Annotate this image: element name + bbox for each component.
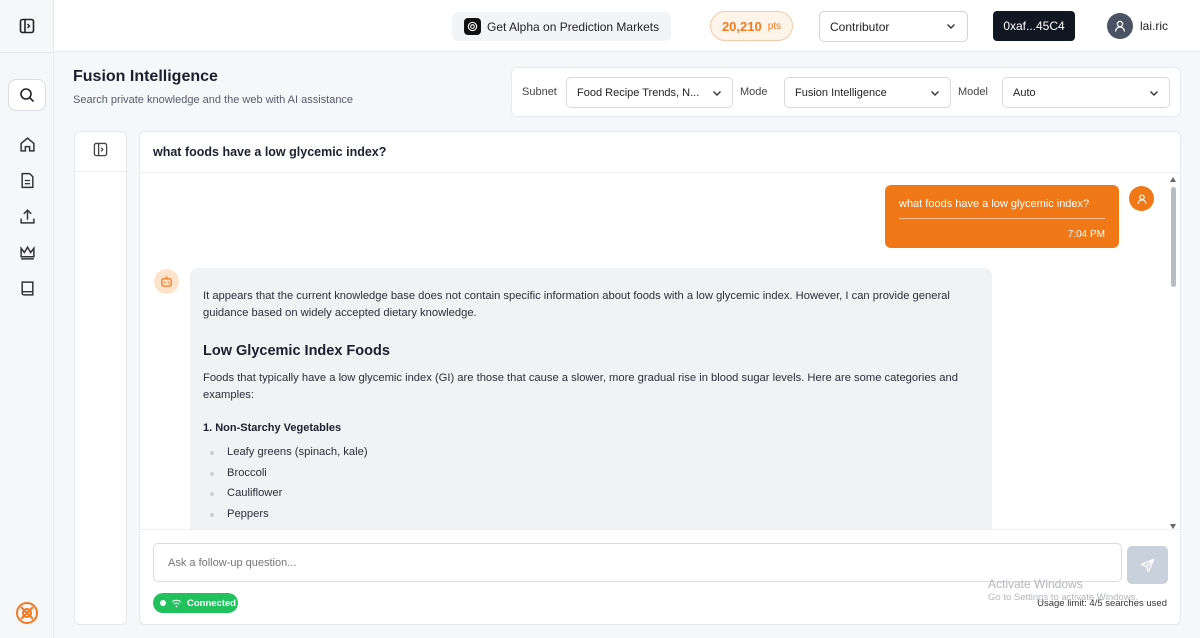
page-subtitle: Search private knowledge and the web wit… xyxy=(73,94,354,106)
role-value: Contributor xyxy=(830,19,890,34)
mode-value: Fusion Intelligence xyxy=(795,86,887,99)
user-icon xyxy=(1114,20,1126,32)
points-unit: pts xyxy=(767,20,782,32)
list-item: Leafy greens (spinach, kale) xyxy=(203,446,979,467)
user-message-text: what foods have a low glycemic index? xyxy=(899,198,1090,210)
user-avatar xyxy=(1129,186,1154,211)
assistant-intro: It appears that the current knowledge ba… xyxy=(203,290,950,319)
page-title: Fusion Intelligence xyxy=(73,68,218,85)
food-list: Leafy greens (spinach, kale) Broccoli Ca… xyxy=(203,446,979,528)
chevron-down-icon xyxy=(711,87,723,102)
user-message: what foods have a low glycemic index? 7:… xyxy=(885,185,1119,248)
bot-icon xyxy=(161,276,172,287)
send-icon xyxy=(1140,558,1155,572)
watermark-subtitle: Go to Settings to activate Windows. xyxy=(988,592,1138,603)
activation-watermark: Activate Windows Go to Settings to activ… xyxy=(988,577,1138,605)
expand-panel-icon[interactable] xyxy=(93,142,108,162)
prediction-markets-label: Get Alpha on Prediction Markets xyxy=(487,19,660,34)
prediction-markets-link[interactable]: Get Alpha on Prediction Markets xyxy=(452,12,671,41)
list-item: Cauliflower xyxy=(203,487,979,508)
crown-icon[interactable] xyxy=(14,239,40,265)
chevron-down-icon xyxy=(929,87,941,102)
left-rail xyxy=(0,0,54,638)
chat-heading: what foods have a low glycemic index? xyxy=(140,132,1180,173)
list-item: Broccoli xyxy=(203,467,979,488)
rail-divider xyxy=(0,52,54,53)
model-value: Auto xyxy=(1013,86,1036,99)
brand-logo-icon xyxy=(15,601,39,625)
document-icon[interactable] xyxy=(14,167,40,193)
list-item: Peppers xyxy=(203,508,979,529)
chevron-down-icon xyxy=(1148,87,1160,102)
chevron-down-icon xyxy=(945,20,957,35)
user-icon xyxy=(1137,193,1146,204)
model-select[interactable]: Auto xyxy=(1002,77,1170,108)
upload-icon[interactable] xyxy=(14,203,40,229)
book-icon[interactable] xyxy=(14,275,40,301)
assistant-message: It appears that the current knowledge ba… xyxy=(190,268,992,529)
connection-status: Connected xyxy=(153,593,238,613)
message-divider xyxy=(899,218,1105,219)
watermark-title: Activate Windows xyxy=(988,577,1083,591)
subnet-label: Subnet xyxy=(522,86,557,98)
points-badge: 20,210 pts xyxy=(710,11,793,41)
history-panel xyxy=(74,131,127,625)
username[interactable]: lai.ric xyxy=(1140,19,1168,33)
message-list[interactable]: what foods have a low glycemic index? 7:… xyxy=(140,173,1180,529)
chat-panel: what foods have a low glycemic index? wh… xyxy=(139,131,1181,625)
toggle-sidebar-icon[interactable] xyxy=(14,13,40,39)
assistant-paragraph: Foods that typically have a low glycemic… xyxy=(203,372,958,401)
assistant-section-title: 1. Non-Starchy Vegetables xyxy=(203,422,342,434)
search-controls: Subnet Food Recipe Trends, N... Mode Fus… xyxy=(511,67,1181,117)
wallet-button[interactable]: 0xaf...45C4 xyxy=(993,11,1075,41)
mode-label: Mode xyxy=(740,86,768,98)
points-value: 20,210 xyxy=(721,18,762,34)
home-icon[interactable] xyxy=(14,131,40,157)
wifi-icon xyxy=(171,599,182,607)
assistant-heading: Low Glycemic Index Foods xyxy=(203,343,390,359)
search-button[interactable] xyxy=(8,79,46,111)
follow-up-input[interactable] xyxy=(153,543,1122,582)
scroll-up-icon[interactable] xyxy=(1170,177,1176,182)
assistant-avatar xyxy=(154,269,179,294)
scrollbar[interactable] xyxy=(1170,177,1177,529)
subnet-select[interactable]: Food Recipe Trends, N... xyxy=(566,77,733,108)
search-icon xyxy=(20,88,35,103)
scrollbar-thumb[interactable] xyxy=(1171,187,1176,287)
role-select[interactable]: Contributor xyxy=(819,11,968,42)
top-bar: Get Alpha on Prediction Markets 20,210 p… xyxy=(54,0,1200,52)
mode-select[interactable]: Fusion Intelligence xyxy=(784,77,951,108)
target-icon xyxy=(464,18,481,35)
model-label: Model xyxy=(958,86,988,98)
avatar[interactable] xyxy=(1107,13,1133,39)
connection-status-label: Connected xyxy=(187,597,237,609)
subnet-value: Food Recipe Trends, N... xyxy=(577,86,700,99)
history-panel-header xyxy=(75,132,126,172)
message-time: 7:04 PM xyxy=(1067,229,1105,240)
status-dot xyxy=(160,600,166,606)
